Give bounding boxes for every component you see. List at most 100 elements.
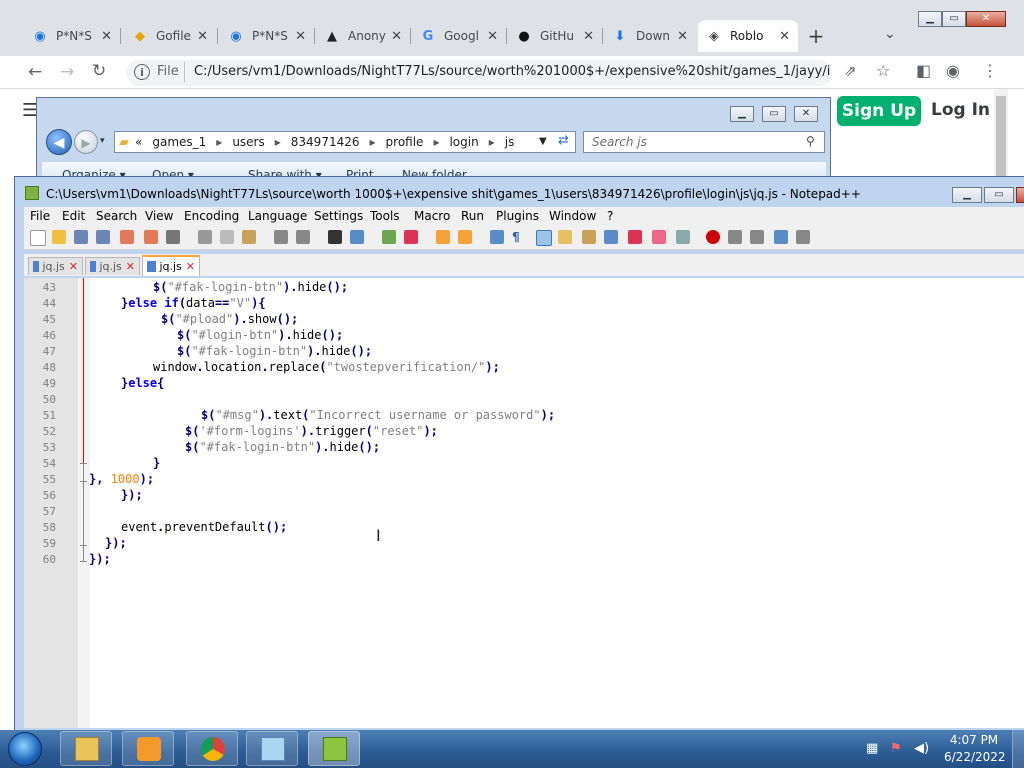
chrome-tab-4[interactable]: ▲ Anony ✕ <box>316 20 410 52</box>
folder-as-workspace-icon[interactable] <box>628 230 642 244</box>
file-tab-3-active[interactable]: jq.js ✕ <box>142 255 200 276</box>
menu-run[interactable]: Run <box>461 209 484 223</box>
start-button[interactable] <box>8 732 42 766</box>
close-icon[interactable]: ✕ <box>101 29 112 44</box>
show-all-chars-icon[interactable]: ¶ <box>512 230 526 244</box>
menu-view[interactable]: View <box>145 209 173 223</box>
explorer-forward-button[interactable]: ▶ <box>74 130 98 154</box>
user-lang-icon[interactable] <box>558 230 572 244</box>
close-icon[interactable]: ✕ <box>391 29 402 44</box>
url-text[interactable]: C:/Users/vm1/Downloads/NightT77Ls/source… <box>194 64 830 79</box>
menu-tools[interactable]: Tools <box>370 209 400 223</box>
menu-plugins[interactable]: Plugins <box>496 209 539 223</box>
indent-guide-icon[interactable] <box>536 230 552 246</box>
menu-settings[interactable]: Settings <box>314 209 363 223</box>
save-icon[interactable] <box>74 230 88 244</box>
clock-time[interactable]: 4:07 PM <box>948 733 1000 747</box>
chrome-tab-1[interactable]: ◉ P*N*S ✕ <box>24 20 120 52</box>
refresh-icon[interactable]: ⇄ <box>558 133 569 148</box>
sync-vertical-icon[interactable] <box>436 230 450 244</box>
volume-icon[interactable]: ◀) <box>914 741 929 756</box>
breadcrumb-profile[interactable]: profile <box>386 135 424 149</box>
explorer-close-button[interactable]: ✕ <box>794 106 818 122</box>
menu-language[interactable]: Language <box>248 209 307 223</box>
doc-map-icon[interactable] <box>582 230 596 244</box>
save-macro-icon[interactable] <box>796 230 810 244</box>
fold-margin[interactable] <box>78 278 90 728</box>
sync-horizontal-icon[interactable] <box>458 230 472 244</box>
breadcrumb-login[interactable]: login <box>449 135 478 149</box>
zoom-out-icon[interactable] <box>404 230 418 244</box>
menu-search[interactable]: Search <box>96 209 137 223</box>
file-tab-2[interactable]: jq.js ✕ <box>85 257 140 275</box>
chrome-tab-2[interactable]: ◆ Gofile ✕ <box>124 20 216 52</box>
close-icon[interactable]: ✕ <box>779 29 790 44</box>
side-panel-icon[interactable]: ◧ <box>916 61 931 80</box>
sign-up-button[interactable]: Sign Up <box>837 96 921 126</box>
close-window-button[interactable]: ✕ <box>966 11 1006 27</box>
monitoring-icon[interactable] <box>652 230 666 244</box>
network-icon[interactable]: ▦ <box>866 741 878 756</box>
find-icon[interactable] <box>328 230 342 244</box>
menu-edit[interactable]: Edit <box>62 209 85 223</box>
close-icon[interactable]: ✕ <box>583 29 594 44</box>
chrome-tab-7[interactable]: ⬇ Down ✕ <box>604 20 696 52</box>
taskbar-chrome[interactable] <box>186 731 238 766</box>
show-desktop-button[interactable] <box>1012 730 1024 768</box>
close-tab-icon[interactable]: ✕ <box>69 260 78 273</box>
profile-avatar-icon[interactable]: ◉ <box>946 61 960 80</box>
minimize-button[interactable]: ▁ <box>918 11 942 27</box>
eye-icon[interactable] <box>676 230 690 244</box>
close-tab-icon[interactable]: ✕ <box>186 260 195 273</box>
tab-search-icon[interactable]: ⌄ <box>884 26 896 42</box>
new-file-icon[interactable] <box>30 230 46 246</box>
taskbar-explorer[interactable] <box>60 731 112 766</box>
undo-icon[interactable] <box>274 230 288 244</box>
close-icon[interactable]: ✕ <box>677 29 688 44</box>
npp-minimize-button[interactable]: ▁ <box>952 187 982 203</box>
replace-icon[interactable] <box>350 230 364 244</box>
explorer-search-input[interactable]: Search js <box>583 131 825 153</box>
function-list-icon[interactable] <box>604 230 618 244</box>
explorer-address-bar[interactable]: ▰ « games_1 ▸ users ▸ 834971426 ▸ profil… <box>114 131 576 153</box>
chrome-tab-8-active[interactable]: ◈ Roblo ✕ <box>698 20 798 52</box>
taskbar-notepadpp[interactable] <box>308 731 360 766</box>
record-macro-icon[interactable] <box>706 230 720 244</box>
chrome-menu-icon[interactable]: ⋮ <box>982 61 998 80</box>
info-icon[interactable]: i <box>134 64 150 80</box>
chrome-tab-6[interactable]: ● GitHu ✕ <box>508 20 602 52</box>
save-all-icon[interactable] <box>96 230 110 244</box>
log-in-link[interactable]: Log In <box>931 100 990 120</box>
breadcrumb-userid[interactable]: 834971426 <box>291 135 360 149</box>
maximize-button[interactable]: ▭ <box>942 11 966 27</box>
reload-icon[interactable]: ↻ <box>92 61 106 81</box>
action-center-icon[interactable]: ⚑ <box>890 741 902 756</box>
menu-window[interactable]: Window <box>549 209 596 223</box>
close-icon[interactable]: ✕ <box>487 29 498 44</box>
address-dropdown-icon[interactable]: ▼ <box>539 136 547 147</box>
code-editor[interactable] <box>24 278 1024 728</box>
menu-help[interactable]: ? <box>607 209 613 223</box>
search-icon[interactable]: ⚲ <box>806 134 815 148</box>
play-macro-icon[interactable] <box>750 230 764 244</box>
breadcrumb-js[interactable]: js <box>505 135 515 149</box>
npp-close-button[interactable] <box>1016 187 1024 203</box>
copy-icon[interactable] <box>220 230 234 244</box>
explorer-back-button[interactable]: ◀ <box>46 129 72 155</box>
print-icon[interactable] <box>166 230 180 244</box>
chrome-tab-5[interactable]: G Googl ✕ <box>412 20 506 52</box>
breadcrumb-games_1[interactable]: games_1 <box>152 135 206 149</box>
breadcrumb-users[interactable]: users <box>232 135 264 149</box>
npp-maximize-button[interactable]: ▭ <box>984 187 1014 203</box>
taskbar-notepad[interactable] <box>246 731 298 766</box>
taskbar-media-player[interactable] <box>122 731 174 766</box>
forward-arrow-icon[interactable]: → <box>60 62 74 82</box>
close-icon[interactable]: ✕ <box>295 29 306 44</box>
redo-icon[interactable] <box>296 230 310 244</box>
share-icon[interactable]: ⇗ <box>844 62 857 80</box>
back-arrow-icon[interactable]: ← <box>28 62 42 82</box>
new-tab-button[interactable]: + <box>806 24 826 48</box>
menu-macro[interactable]: Macro <box>414 209 450 223</box>
zoom-in-icon[interactable] <box>382 230 396 244</box>
bookmark-star-icon[interactable]: ☆ <box>876 61 890 80</box>
